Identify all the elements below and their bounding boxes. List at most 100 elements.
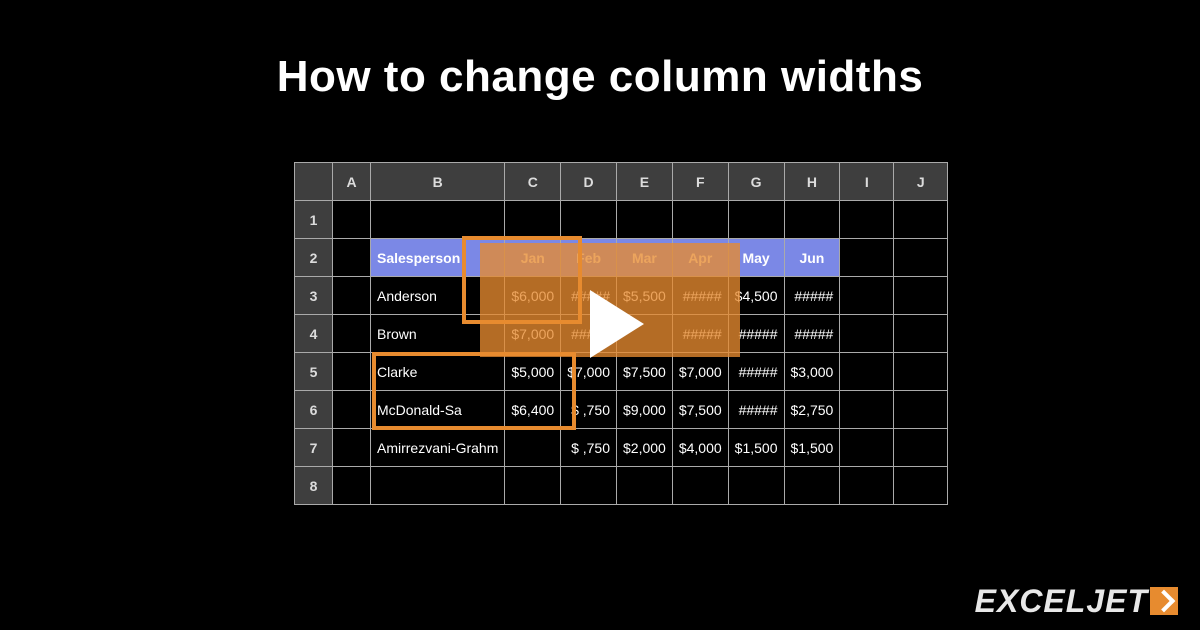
cell-value[interactable]: $7,500	[617, 353, 673, 391]
cell-value[interactable]: $7,000	[561, 353, 617, 391]
cell[interactable]	[840, 201, 894, 239]
cell[interactable]	[894, 201, 948, 239]
header-jun[interactable]: Jun	[784, 239, 840, 277]
cell-value[interactable]: $2,000	[617, 429, 673, 467]
cell-value[interactable]: $4,000	[672, 429, 728, 467]
cell[interactable]	[894, 353, 948, 391]
cell[interactable]	[617, 201, 673, 239]
brand-logo: EXCELJET	[975, 583, 1178, 620]
cell[interactable]	[840, 315, 894, 353]
row-header-6[interactable]: 6	[295, 391, 333, 429]
cell[interactable]	[894, 391, 948, 429]
cell-value[interactable]: #####	[672, 315, 728, 353]
cell[interactable]	[333, 467, 371, 505]
cell-value[interactable]: #####	[728, 315, 784, 353]
cell[interactable]	[894, 277, 948, 315]
header-mar[interactable]: Mar	[617, 239, 673, 277]
cell[interactable]	[728, 201, 784, 239]
cell[interactable]	[894, 315, 948, 353]
row-2: 2 Salesperson Jan Feb Mar Apr May Jun	[295, 239, 948, 277]
row-header-3[interactable]: 3	[295, 277, 333, 315]
cell[interactable]	[840, 391, 894, 429]
cell-value[interactable]	[505, 429, 561, 467]
col-header-C[interactable]: C	[505, 163, 561, 201]
col-header-A[interactable]: A	[333, 163, 371, 201]
col-header-J[interactable]: J	[894, 163, 948, 201]
cell-value[interactable]: #####	[784, 277, 840, 315]
header-may[interactable]: May	[728, 239, 784, 277]
cell[interactable]	[333, 277, 371, 315]
cell[interactable]	[505, 467, 561, 505]
cell-name[interactable]: Clarke	[371, 353, 505, 391]
cell[interactable]	[728, 467, 784, 505]
col-header-D[interactable]: D	[561, 163, 617, 201]
header-jan[interactable]: Jan	[505, 239, 561, 277]
cell-name[interactable]: Brown	[371, 315, 505, 353]
row-header-5[interactable]: 5	[295, 353, 333, 391]
row-header-2[interactable]: 2	[295, 239, 333, 277]
col-header-F[interactable]: F	[672, 163, 728, 201]
cell-value[interactable]: $1,500	[728, 429, 784, 467]
cell[interactable]	[894, 467, 948, 505]
cell[interactable]	[333, 315, 371, 353]
row-header-7[interactable]: 7	[295, 429, 333, 467]
cell-value[interactable]: $7,000	[505, 315, 561, 353]
cell-value[interactable]: $1,500	[784, 429, 840, 467]
cell[interactable]	[784, 467, 840, 505]
header-salesperson[interactable]: Salesperson	[371, 239, 505, 277]
cell[interactable]	[840, 277, 894, 315]
cell-value[interactable]: $3,000	[784, 353, 840, 391]
cell-name[interactable]: Anderson	[371, 277, 505, 315]
cell-value[interactable]: #####	[672, 277, 728, 315]
header-feb[interactable]: Feb	[561, 239, 617, 277]
header-apr[interactable]: Apr	[672, 239, 728, 277]
col-header-H[interactable]: H	[784, 163, 840, 201]
cell[interactable]	[505, 201, 561, 239]
row-header-1[interactable]: 1	[295, 201, 333, 239]
cell-value[interactable]: $9,000	[617, 391, 673, 429]
cell[interactable]	[371, 467, 505, 505]
col-header-E[interactable]: E	[617, 163, 673, 201]
col-header-G[interactable]: G	[728, 163, 784, 201]
cell[interactable]	[784, 201, 840, 239]
cell[interactable]	[371, 201, 505, 239]
cell[interactable]	[894, 239, 948, 277]
cell[interactable]	[672, 467, 728, 505]
col-header-B[interactable]: B	[371, 163, 505, 201]
cell[interactable]	[333, 353, 371, 391]
cell-value[interactable]: $5,000	[505, 353, 561, 391]
cell-name[interactable]: Amirrezvani-Grahm	[371, 429, 505, 467]
row-7: 7 Amirrezvani-Grahm $ ,750 $2,000 $4,000…	[295, 429, 948, 467]
cell-value[interactable]: $4,500	[728, 277, 784, 315]
cell-value[interactable]: $6,000	[505, 277, 561, 315]
cell[interactable]	[894, 429, 948, 467]
column-header-row: A B C D E F G H I J	[295, 163, 948, 201]
cell[interactable]	[333, 391, 371, 429]
cell[interactable]	[840, 239, 894, 277]
cell[interactable]	[840, 429, 894, 467]
play-icon[interactable]	[590, 290, 644, 358]
cell[interactable]	[840, 467, 894, 505]
cell-value[interactable]: $ ,750	[561, 429, 617, 467]
cell-value[interactable]: $7,500	[672, 391, 728, 429]
cell[interactable]	[333, 429, 371, 467]
row-header-4[interactable]: 4	[295, 315, 333, 353]
cell-value[interactable]: #####	[784, 315, 840, 353]
cell-value[interactable]: #####	[728, 353, 784, 391]
cell-value[interactable]: $2,750	[784, 391, 840, 429]
cell-value[interactable]: #####	[728, 391, 784, 429]
cell[interactable]	[561, 467, 617, 505]
cell-value[interactable]: $ ,750	[561, 391, 617, 429]
cell-name[interactable]: McDonald-Sa	[371, 391, 505, 429]
corner-cell	[295, 163, 333, 201]
cell[interactable]	[617, 467, 673, 505]
col-header-I[interactable]: I	[840, 163, 894, 201]
cell[interactable]	[672, 201, 728, 239]
row-header-8[interactable]: 8	[295, 467, 333, 505]
cell[interactable]	[561, 201, 617, 239]
cell[interactable]	[840, 353, 894, 391]
cell-value[interactable]: $6,400	[505, 391, 561, 429]
cell[interactable]	[333, 239, 371, 277]
cell-value[interactable]: $7,000	[672, 353, 728, 391]
cell[interactable]	[333, 201, 371, 239]
